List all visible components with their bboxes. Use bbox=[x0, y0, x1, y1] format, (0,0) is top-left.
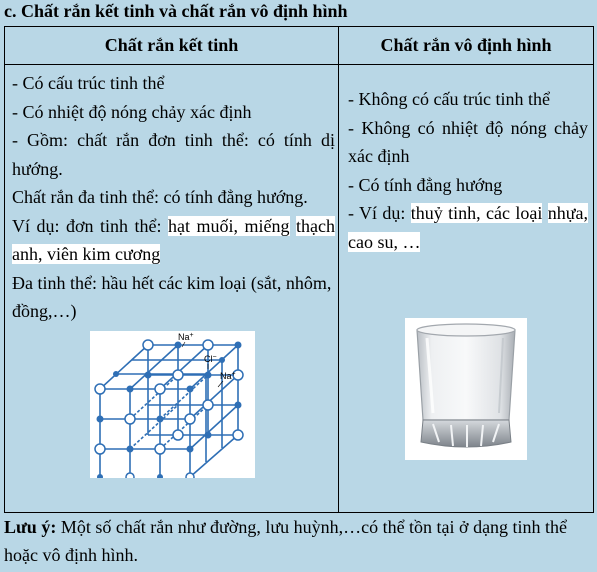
amorphous-melting-point: - Không có nhiệt độ nóng chảy xác định bbox=[348, 117, 588, 167]
amorphous-structure: - Không có cấu trúc tinh thể bbox=[348, 89, 550, 109]
crystalline-example-highlight-1: hạt muối, miếng bbox=[168, 215, 290, 236]
note-paragraph: Lưu ý: Một số chất rắn như đường, lưu hu… bbox=[4, 513, 589, 569]
label-na-right: Na bbox=[220, 371, 232, 381]
polycrystal-example: Đa tinh thể: hầu hết các kim loại (sắt, … bbox=[12, 272, 332, 322]
crystalline-single-crystal: - Gồm: chất rắn đơn tinh thể: có tính dị… bbox=[12, 130, 335, 179]
amorphous-example-highlight-1: thuỷ tinh, các loại bbox=[410, 203, 543, 223]
drinking-glass-icon bbox=[405, 318, 527, 460]
label-na-top: Na bbox=[178, 332, 190, 342]
label-cl: Cl bbox=[204, 354, 213, 364]
header-crystalline: Chất rắn kết tinh bbox=[4, 26, 339, 65]
note-text: Một số chất rắn như đường, lưu huỳnh,…có… bbox=[4, 517, 568, 565]
header-amorphous: Chất rắn vô định hình bbox=[338, 26, 594, 65]
crystalline-polycrystal: Chất rắn đa tinh thể: có tính đẳng hướng… bbox=[12, 187, 308, 207]
nacl-crystal-lattice-icon: Na+ Cl− Na+ bbox=[90, 330, 255, 482]
crystalline-melting-point: - Có nhiệt độ nóng chảy xác định bbox=[12, 101, 252, 122]
crystalline-example: Ví dụ: đơn tinh thể: hạt muối, miếng thạ… bbox=[12, 212, 336, 269]
table-body-row: - Có cấu trúc tinh thể - Có nhiệt độ nón… bbox=[4, 64, 594, 513]
crystalline-cell: - Có cấu trúc tinh thể - Có nhiệt độ nón… bbox=[4, 64, 339, 513]
nacl-lattice-graphic: Na+ Cl− Na+ bbox=[94, 332, 244, 482]
amorphous-cell: - Không có cấu trúc tinh thể - Không có … bbox=[338, 64, 594, 513]
section-heading: c. Chất rắn kết tinh và chất rắn vô định… bbox=[4, 1, 348, 21]
comparison-table: Chất rắn kết tinh Chất rắn vô định hình … bbox=[4, 26, 594, 513]
table-header-row: Chất rắn kết tinh Chất rắn vô định hình bbox=[4, 26, 594, 65]
crystalline-example-prefix: Ví dụ: đơn tinh thể: bbox=[12, 215, 169, 236]
amorphous-example: - Ví dụ: thuỷ tinh, các loại nhựa, cao s… bbox=[348, 199, 589, 256]
note-label: Lưu ý: bbox=[4, 517, 57, 537]
crystalline-structure: - Có cấu trúc tinh thể bbox=[12, 73, 165, 93]
amorphous-example-prefix: - Ví dụ: bbox=[348, 203, 411, 223]
svg-text:Na+: Na+ bbox=[178, 332, 194, 342]
svg-text:Cl−: Cl− bbox=[204, 354, 217, 364]
amorphous-isotropic: - Có tính đẳng hướng bbox=[348, 174, 503, 195]
glass-graphic bbox=[416, 323, 516, 448]
